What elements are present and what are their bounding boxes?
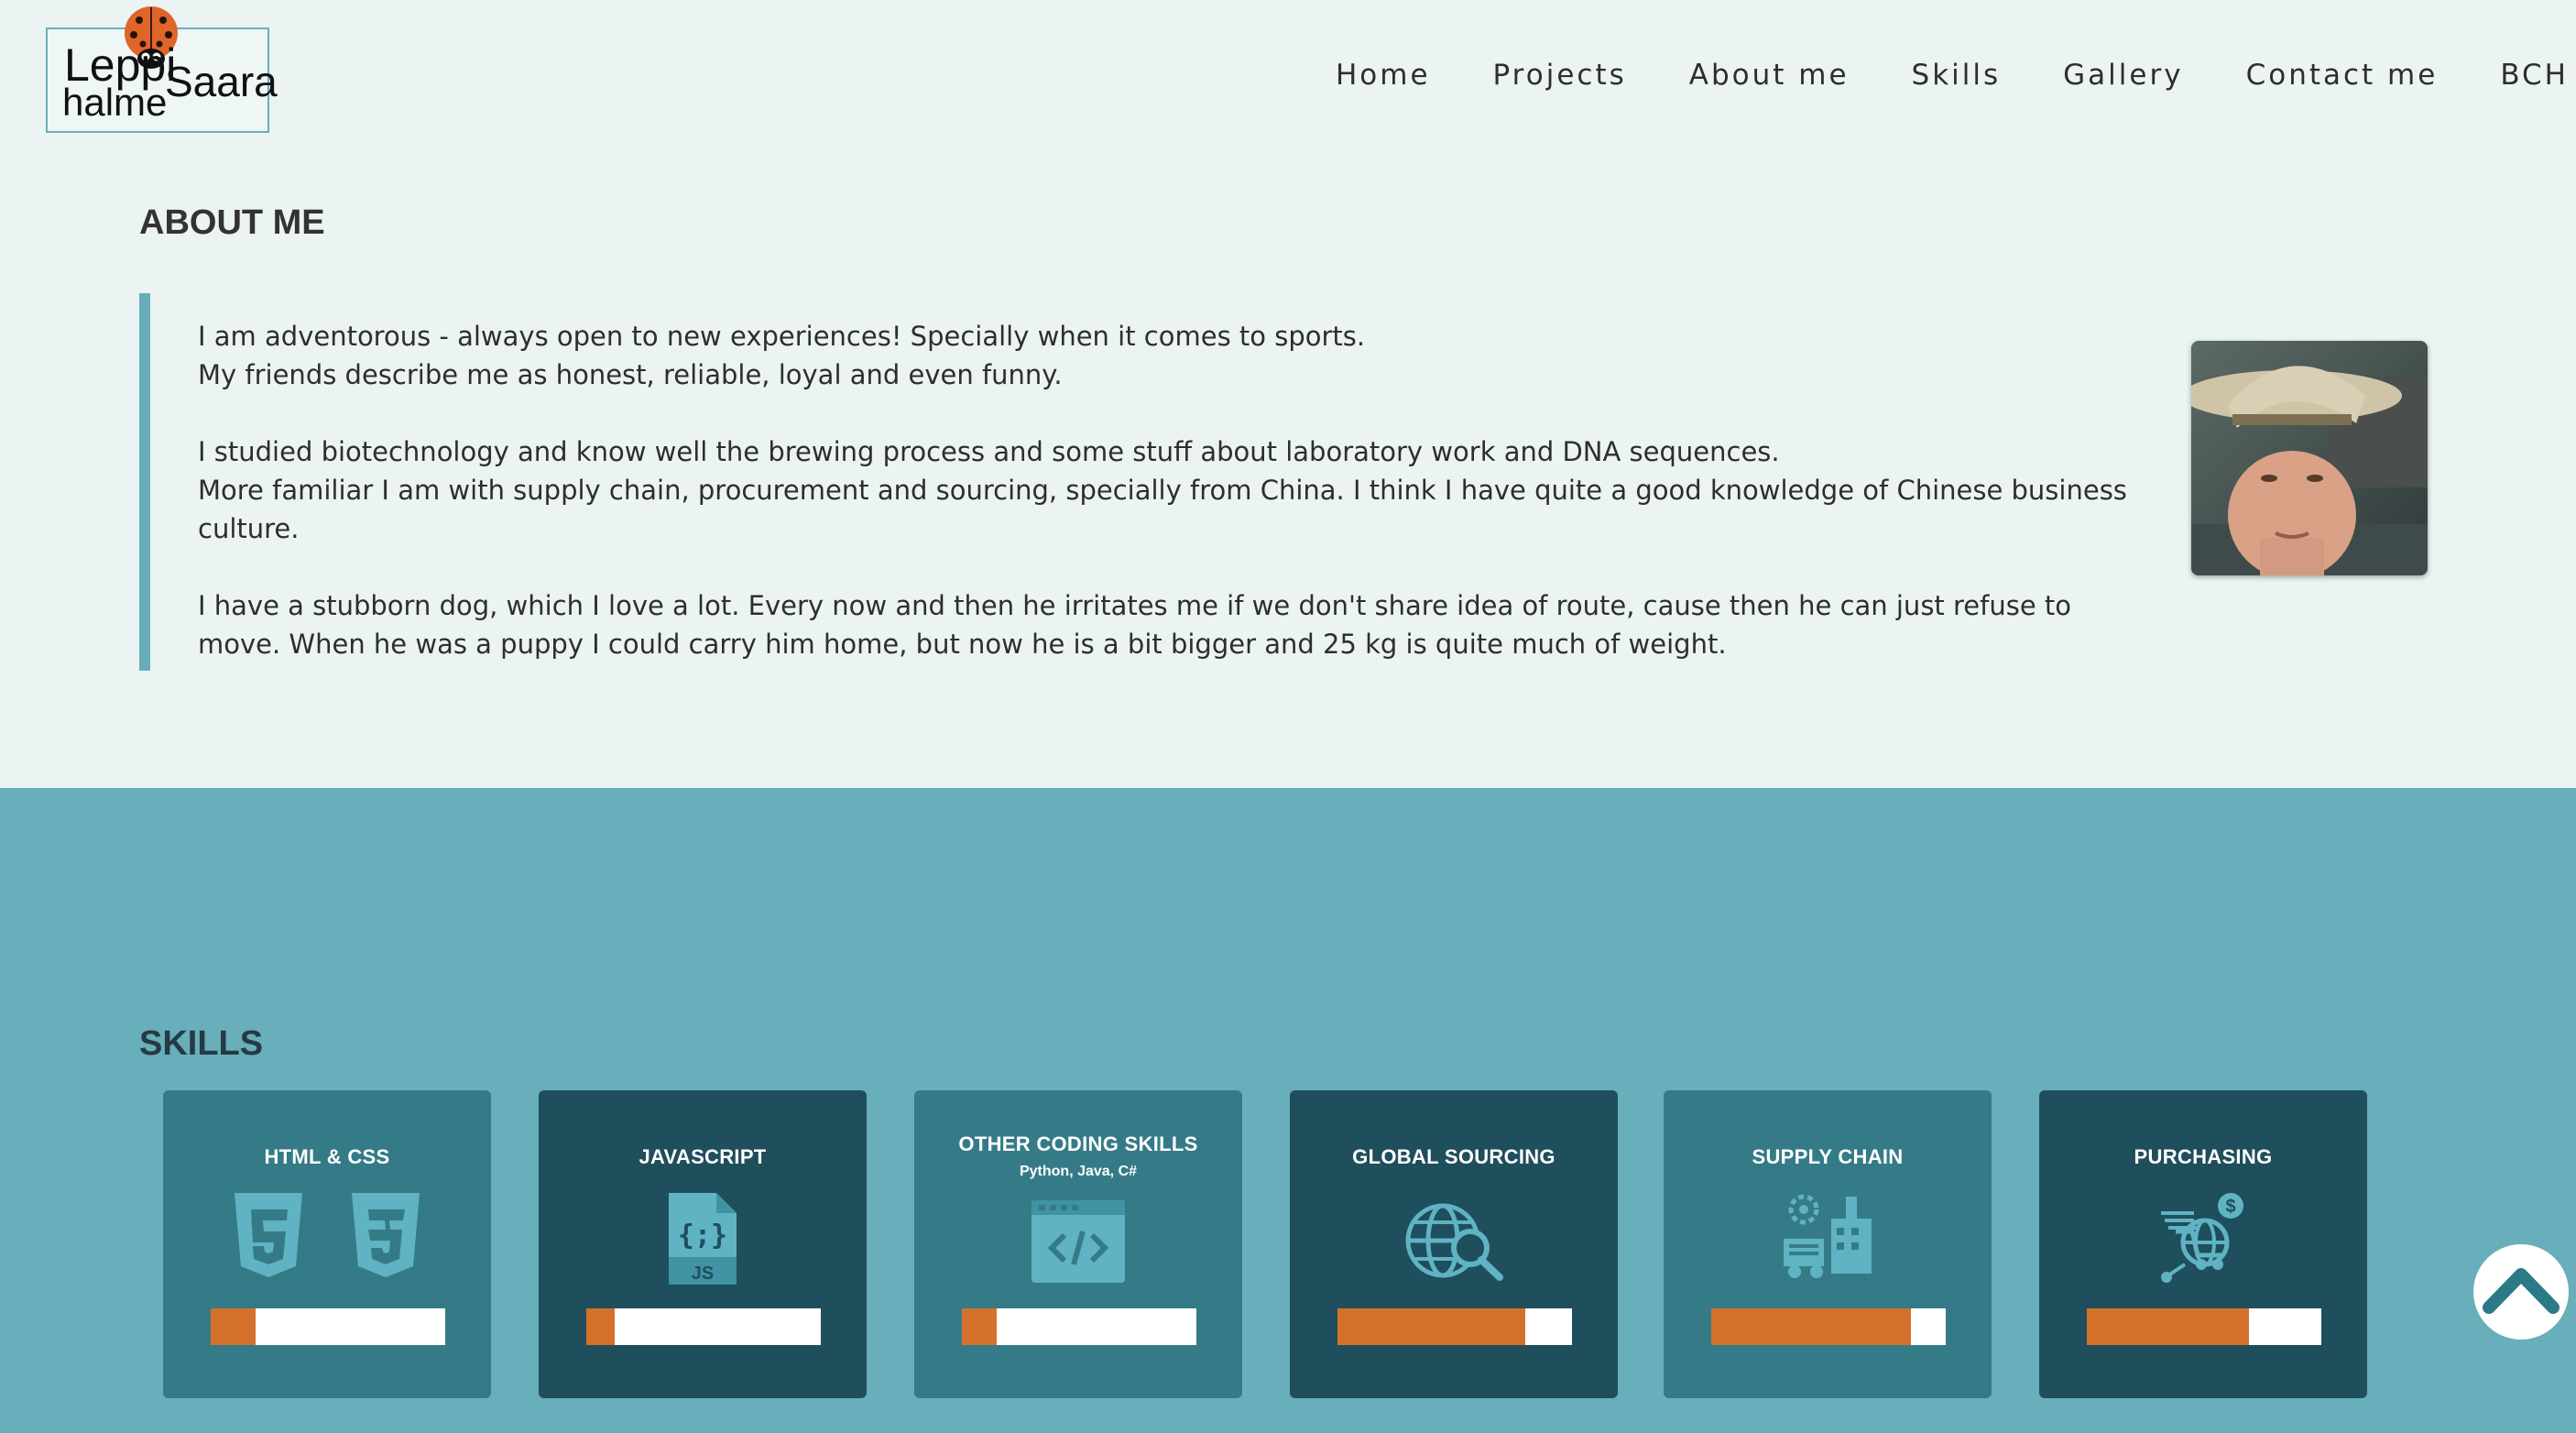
- skill-level-fill: [586, 1308, 615, 1345]
- skill-level-bar: [1711, 1308, 1946, 1345]
- skill-level-fill: [1337, 1308, 1525, 1345]
- skill-level-fill: [962, 1308, 998, 1345]
- css3-icon: [352, 1193, 420, 1277]
- global-purchase-icon: $: [2161, 1193, 2243, 1283]
- skill-level-fill: [2087, 1308, 2249, 1345]
- globe-search-icon: [1405, 1203, 1503, 1281]
- about-title: ABOUT ME: [139, 203, 325, 242]
- about-line: My friends describe me as honest, reliab…: [198, 359, 1063, 390]
- nav-about-me[interactable]: About me: [1689, 59, 1850, 92]
- skill-level-bar: [211, 1308, 445, 1345]
- skills-section: SKILLS HTML & CSS JAVASCRIPT {;} JS OTHE…: [0, 788, 2576, 1433]
- html5-css3-icon: [163, 1191, 491, 1279]
- nav-gallery[interactable]: Gallery: [2063, 59, 2183, 92]
- skill-card-supply-chain: SUPPLY CHAIN: [1664, 1090, 1992, 1398]
- skill-level-bar: [1337, 1308, 1572, 1345]
- about-line: More familiar I am with supply chain, pr…: [198, 475, 2127, 544]
- nav-projects[interactable]: Projects: [1493, 59, 1627, 92]
- svg-text:JS: JS: [692, 1263, 714, 1284]
- skill-title: HTML & CSS: [264, 1145, 390, 1168]
- site-logo[interactable]: Leppi halme Saara: [46, 6, 278, 133]
- about-text: I am adventorous - always open to new ex…: [198, 317, 2131, 702]
- skill-card-other-coding: OTHER CODING SKILLS Python, Java, C#: [914, 1090, 1242, 1398]
- nav-bch[interactable]: BCH: [2500, 59, 2569, 92]
- about-line: I am adventorous - always open to new ex…: [198, 321, 1366, 352]
- logo-text-halme: halme: [62, 81, 168, 124]
- nav-skills[interactable]: Skills: [1912, 59, 2002, 92]
- skill-title: SUPPLY CHAIN: [1752, 1145, 1904, 1168]
- logo-text-saara: Saara: [165, 58, 278, 105]
- skill-level-fill: [1711, 1308, 1911, 1345]
- skill-card-global-sourcing: GLOBAL SOURCING: [1290, 1090, 1618, 1398]
- skill-title: JAVASCRIPT: [639, 1145, 767, 1168]
- skill-title: PURCHASING: [2134, 1145, 2273, 1168]
- skill-level-bar: [2087, 1308, 2321, 1345]
- about-paragraph: I studied biotechnology and know well th…: [198, 432, 2131, 548]
- skill-level-fill: [211, 1308, 256, 1345]
- skill-card-html-css: HTML & CSS: [163, 1090, 491, 1398]
- html5-icon: [235, 1193, 302, 1277]
- about-accent-bar: [139, 293, 150, 671]
- main-nav: Home Projects About me Skills Gallery Co…: [1336, 59, 2576, 92]
- skill-title: GLOBAL SOURCING: [1352, 1145, 1555, 1168]
- skill-subtitle: Python, Java, C#: [1019, 1164, 1138, 1179]
- scroll-to-top-button[interactable]: [2473, 1244, 2569, 1340]
- skill-title: OTHER CODING SKILLS: [958, 1132, 1198, 1155]
- svg-text:$: $: [2225, 1197, 2235, 1217]
- js-file-icon: {;} JS: [669, 1193, 737, 1285]
- about-paragraph: I am adventorous - always open to new ex…: [198, 317, 2131, 394]
- chevron-up-icon: [2483, 1268, 2560, 1314]
- nav-home[interactable]: Home: [1336, 59, 1431, 92]
- about-paragraph: I have a stubborn dog, which I love a lo…: [198, 586, 2131, 663]
- skill-level-bar: [962, 1308, 1196, 1345]
- nav-contact-me[interactable]: Contact me: [2246, 59, 2439, 92]
- about-line: I have a stubborn dog, which I love a lo…: [198, 590, 2072, 660]
- skill-card-javascript: JAVASCRIPT {;} JS: [539, 1090, 867, 1398]
- about-line: I studied biotechnology and know well th…: [198, 436, 1780, 467]
- code-window-icon: [1031, 1200, 1125, 1283]
- profile-photo: [2191, 341, 2428, 575]
- factory-truck-icon: [1784, 1194, 1872, 1278]
- skills-title: SKILLS: [139, 1024, 264, 1063]
- skill-card-purchasing: PURCHASING $: [2039, 1090, 2367, 1398]
- skill-level-bar: [586, 1308, 821, 1345]
- svg-text:{;}: {;}: [678, 1220, 727, 1252]
